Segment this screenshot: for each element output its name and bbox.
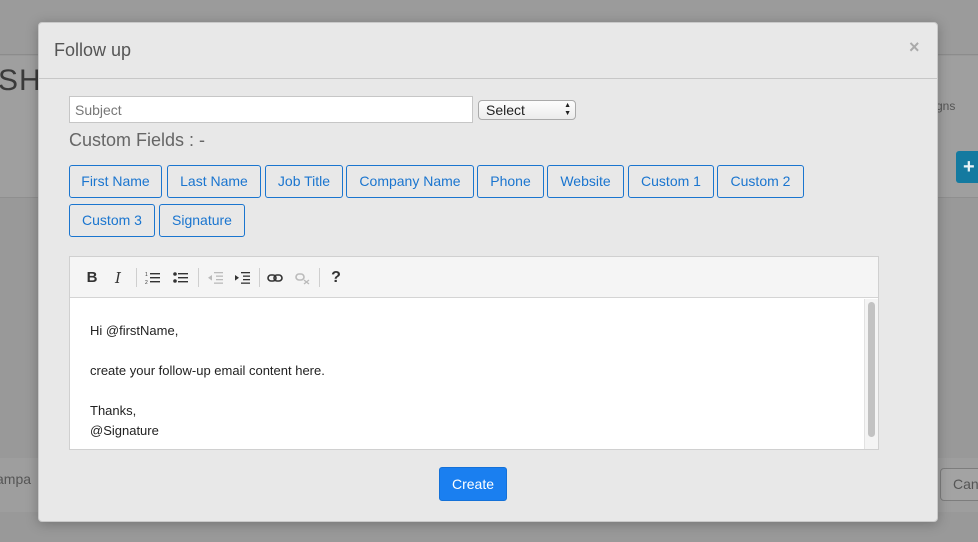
indent-icon[interactable] <box>232 268 252 288</box>
background-cancel-button: Can <box>940 468 978 501</box>
editor-line: Thanks, <box>90 403 137 418</box>
follow-up-modal: Follow up × Select ▲▼ Custom Fields : - … <box>38 22 938 522</box>
field-button-website[interactable]: Website <box>547 165 624 198</box>
modal-title: Follow up <box>54 40 132 60</box>
close-icon[interactable]: × <box>909 37 920 58</box>
scrollbar-thumb[interactable] <box>868 302 875 437</box>
italic-button[interactable]: I <box>108 268 128 288</box>
toolbar-separator <box>198 268 199 287</box>
create-button[interactable]: Create <box>439 467 507 501</box>
ordered-list-icon[interactable]: 1 2 <box>143 268 163 288</box>
field-button-last-name[interactable]: Last Name <box>167 165 261 198</box>
template-select[interactable]: Select ▲ ▼ <box>478 100 576 120</box>
toolbar-separator <box>319 268 320 287</box>
editor-scrollbar[interactable] <box>864 299 878 449</box>
unordered-list-icon[interactable] <box>171 268 191 288</box>
link-icon[interactable] <box>265 268 285 288</box>
svg-text:2: 2 <box>145 280 148 285</box>
editor-line: create your follow-up email content here… <box>90 363 325 378</box>
subject-input[interactable] <box>69 96 473 123</box>
background-campaigns-link: gns <box>936 99 956 113</box>
toolbar-separator <box>259 268 260 287</box>
select-value: Select <box>486 102 525 118</box>
field-button-custom-3[interactable]: Custom 3 <box>69 204 155 237</box>
editor-line <box>90 341 844 361</box>
editor-toolbar: B I 1 2 ? <box>70 257 878 298</box>
unlink-icon[interactable] <box>293 268 313 288</box>
editor-content[interactable]: Hi @firstName, create your follow-up ema… <box>70 299 864 449</box>
email-editor: B I 1 2 ? Hi @firstName, create your fol… <box>69 256 879 450</box>
outdent-icon[interactable] <box>205 268 225 288</box>
field-button-company-name[interactable]: Company Name <box>346 165 474 198</box>
background-footer-text: ampa <box>0 471 32 487</box>
toolbar-separator <box>136 268 137 287</box>
custom-fields-label: Custom Fields : - <box>69 130 206 150</box>
field-button-custom-2[interactable]: Custom 2 <box>717 165 804 198</box>
help-button[interactable]: ? <box>326 268 346 288</box>
select-arrows-icon: ▲ ▼ <box>564 102 571 117</box>
modal-header: Follow up × <box>39 23 937 79</box>
field-button-job-title[interactable]: Job Title <box>265 165 343 198</box>
field-button-custom-1[interactable]: Custom 1 <box>628 165 714 198</box>
background-add-button: + <box>956 151 978 183</box>
field-button-signature[interactable]: Signature <box>159 204 245 237</box>
editor-line: @Signature <box>90 423 159 438</box>
editor-line <box>90 381 844 401</box>
svg-text:1: 1 <box>145 272 148 278</box>
field-button-phone[interactable]: Phone <box>477 165 544 198</box>
editor-line: Hi @firstName, <box>90 323 179 338</box>
field-button-first-name[interactable]: First Name <box>69 165 162 198</box>
bold-button[interactable]: B <box>82 268 102 288</box>
